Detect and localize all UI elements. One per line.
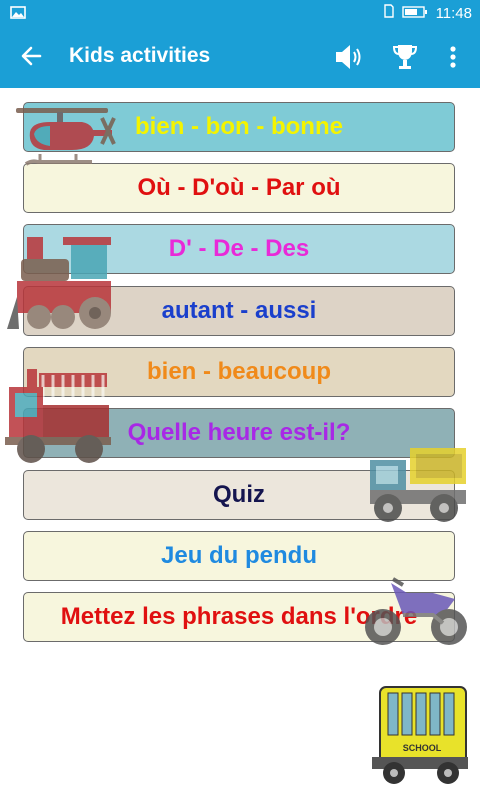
bus-school-text: SCHOOL bbox=[403, 743, 442, 753]
app-bar: Kids activities bbox=[0, 26, 480, 88]
trophy-icon[interactable] bbox=[392, 42, 418, 77]
status-bar: 11:48 bbox=[0, 0, 480, 26]
fire-truck-icon bbox=[5, 369, 111, 463]
sim-icon bbox=[383, 4, 394, 22]
more-vert-icon[interactable] bbox=[448, 42, 458, 77]
back-arrow-icon[interactable] bbox=[20, 45, 42, 72]
menu-button-jeu-du-pendu[interactable]: Jeu du pendu bbox=[23, 531, 455, 581]
train-icon bbox=[7, 237, 111, 329]
image-icon bbox=[10, 6, 26, 24]
school-bus-icon: SCHOOL bbox=[372, 686, 468, 784]
motorcycle-icon bbox=[365, 577, 467, 645]
page-title: Kids activities bbox=[69, 44, 211, 67]
battery-icon bbox=[401, 5, 428, 22]
status-time: 11:48 bbox=[435, 4, 472, 22]
speaker-icon[interactable] bbox=[333, 42, 365, 77]
helicopter-icon bbox=[16, 108, 116, 166]
dump-truck-icon bbox=[370, 448, 466, 522]
